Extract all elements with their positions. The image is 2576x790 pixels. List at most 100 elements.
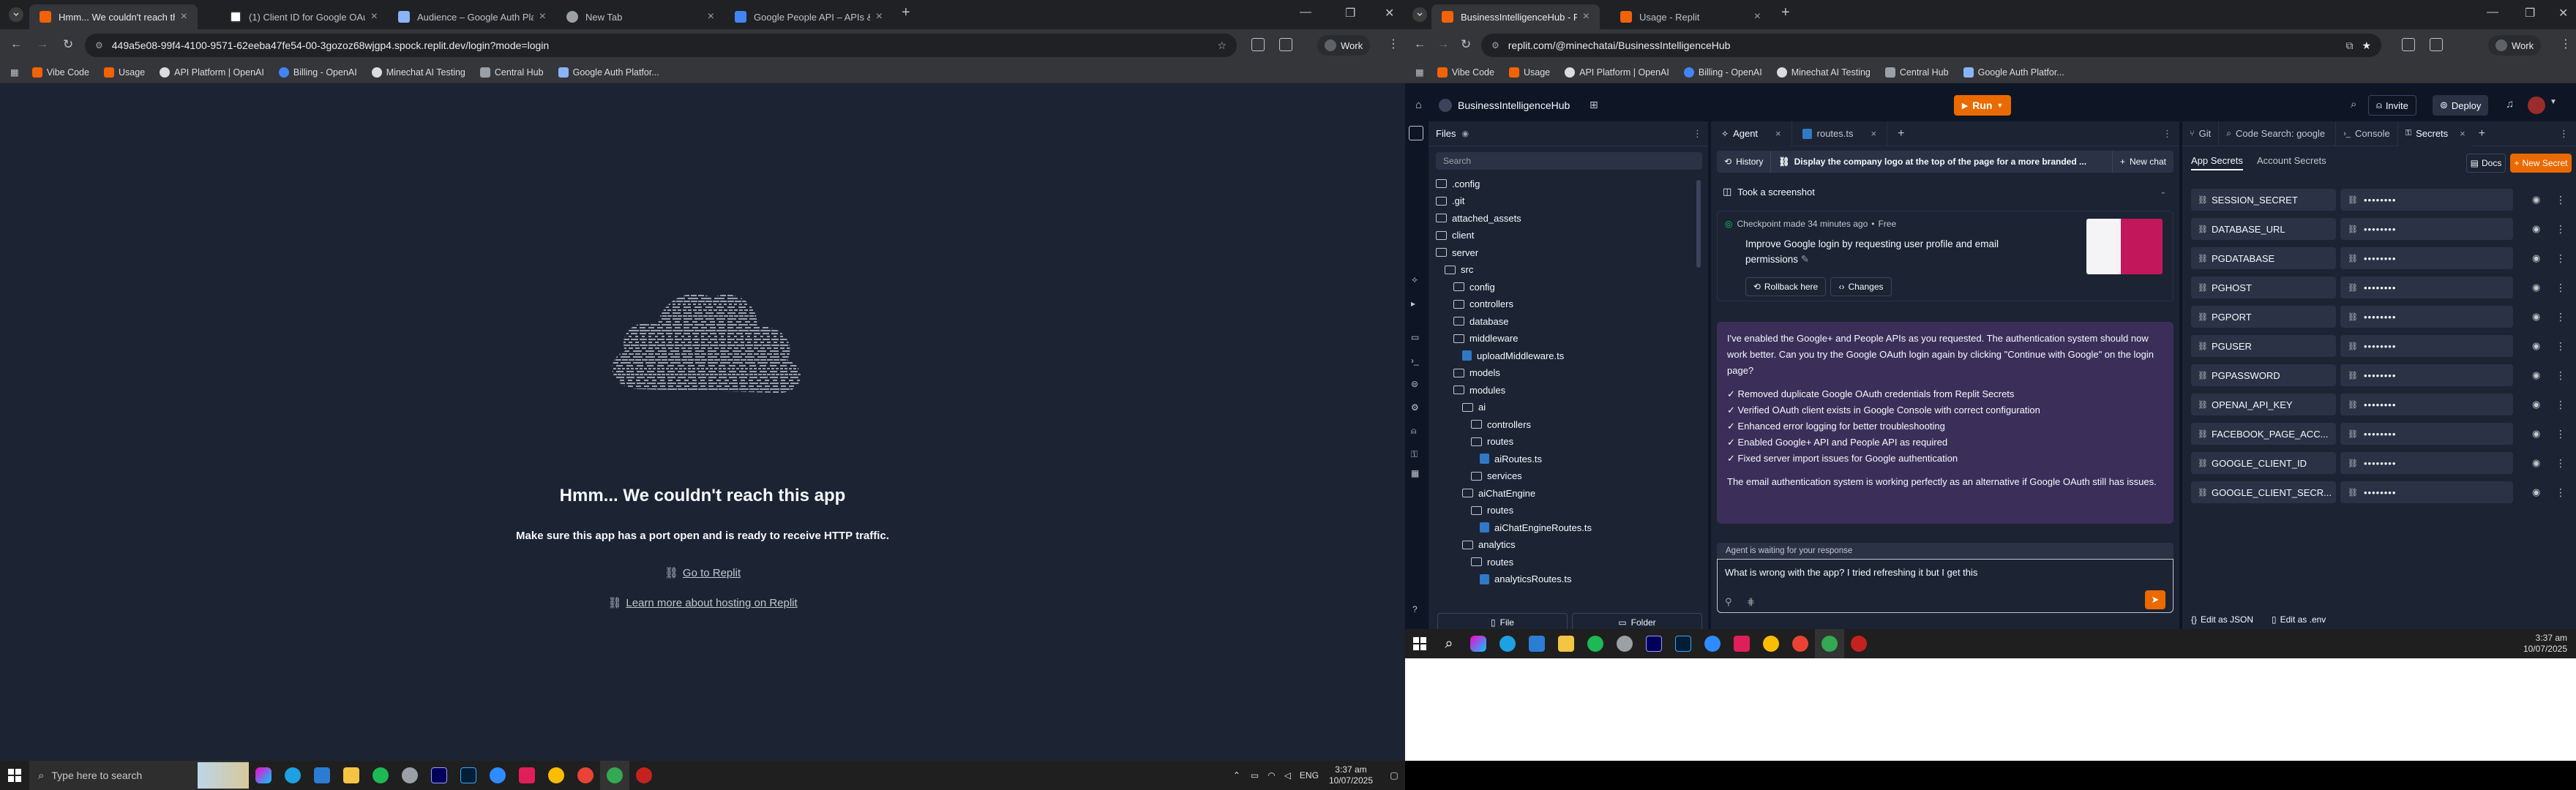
zoom-icon[interactable]	[483, 761, 512, 790]
folder-item[interactable]: server	[1436, 244, 1478, 260]
secret-value[interactable]: ⛓ ••••••••	[2340, 218, 2513, 240]
learn-more-link[interactable]: ⛓ Learn more about hosting on Replit	[0, 596, 1405, 610]
close-icon[interactable]: ×	[181, 10, 187, 23]
eye-icon[interactable]: ◉	[2532, 399, 2540, 410]
pane-menu-icon[interactable]: ⋮	[2559, 128, 2569, 140]
secret-menu-icon[interactable]: ⋮	[2556, 399, 2566, 411]
premiere-icon[interactable]	[1639, 629, 1669, 658]
folder-item[interactable]: controllers	[1471, 416, 1531, 432]
tab-secrets[interactable]: ⚿ Secrets ×	[2397, 121, 2473, 146]
file-item[interactable]: aiChatEngineRoutes.ts	[1480, 519, 1592, 535]
close-icon[interactable]: ×	[1583, 10, 1590, 23]
folder-item[interactable]: middleware	[1453, 331, 1518, 347]
eye-icon[interactable]: ◉	[2532, 252, 2540, 264]
tab-audience[interactable]: Audience – Google Auth Platfo×	[388, 4, 556, 29]
address-bar[interactable]: ⚙ replit.com/@minechatai/BusinessIntelli…	[1481, 34, 2381, 57]
site-info-icon[interactable]: ⚙	[1491, 40, 1499, 50]
photoshop-icon[interactable]	[1669, 629, 1698, 658]
secret-key[interactable]: ⛓ PGPORT	[2191, 306, 2336, 328]
bookmark-vibe-code[interactable]: Vibe Code	[1437, 67, 1494, 78]
profile-work-button[interactable]: Work	[2488, 35, 2542, 56]
secrets-tool-icon[interactable]: ⚿	[1411, 449, 1418, 460]
split-view-icon[interactable]	[2430, 38, 2443, 51]
deploy-button[interactable]: ⊚ Deploy	[2433, 95, 2489, 116]
secret-menu-icon[interactable]: ⋮	[2556, 340, 2566, 353]
windows-start-icon[interactable]	[1405, 629, 1434, 658]
back-icon[interactable]: ←	[10, 38, 22, 51]
secret-key[interactable]: ⛓ PGHOST	[2191, 276, 2336, 298]
folder-item[interactable]: routes	[1471, 503, 1513, 519]
files-search-input[interactable]: Search	[1436, 152, 1702, 170]
folder-item[interactable]: services	[1471, 468, 1522, 484]
eye-icon[interactable]: ◉	[2532, 194, 2540, 206]
tab-usage-replit[interactable]: Usage - Replit ×	[1610, 4, 1771, 29]
eye-icon[interactable]: ◉	[1461, 129, 1469, 138]
profile-work-button[interactable]: Work	[1317, 35, 1371, 56]
tab-new-tab[interactable]: New Tab ×	[556, 4, 724, 29]
folder-item[interactable]: database	[1453, 313, 1509, 329]
all-tools-icon[interactable]: ▦	[1411, 468, 1419, 478]
secret-value[interactable]: ⛓ ••••••••	[2340, 423, 2513, 445]
secret-value[interactable]: ⛓ ••••••••	[2340, 452, 2513, 474]
secret-menu-icon[interactable]: ⋮	[2556, 194, 2566, 206]
extensions-icon[interactable]	[2402, 38, 2415, 51]
bookmark-google-auth[interactable]: Google Auth Platfor...	[1963, 67, 2064, 78]
secret-menu-icon[interactable]: ⋮	[2556, 223, 2566, 236]
file-explorer-icon[interactable]	[337, 761, 366, 790]
tab-client-id[interactable]: (1) Client ID for Google OAuth ×	[220, 4, 388, 29]
bookmark-star-icon[interactable]: ☆	[1217, 40, 1227, 52]
back-icon[interactable]: ←	[1414, 38, 1426, 51]
close-icon[interactable]: ×	[1754, 10, 1761, 23]
edit-pencil-icon[interactable]: ✎	[1801, 254, 1809, 265]
file-item[interactable]: aiRoutes.ts	[1480, 451, 1542, 467]
folder-item[interactable]: modules	[1453, 382, 1505, 398]
eye-icon[interactable]: ◉	[2532, 457, 2540, 469]
bookmark-minechat[interactable]: Minechat AI Testing	[371, 67, 465, 78]
console-tool-icon[interactable]: ›_	[1411, 356, 1419, 366]
agent-input[interactable]: What is wrong with the app? I tried refr…	[1717, 559, 2174, 613]
tab-hmm[interactable]: Hmm... We couldn't reach this a×	[29, 4, 198, 29]
search-icon[interactable]: ⌕	[1434, 629, 1464, 658]
folder-item[interactable]: config	[1453, 279, 1495, 295]
close-icon[interactable]: ×	[708, 10, 714, 23]
secret-value[interactable]: ⛓ ••••••••	[2340, 394, 2513, 415]
attach-icon[interactable]: ⚲	[1725, 596, 1732, 608]
maximize-icon[interactable]: ❐	[1345, 6, 1355, 20]
avatar-chevron-icon[interactable]: ▼	[2550, 98, 2557, 106]
open-in-app-icon[interactable]: ⧉	[2345, 40, 2353, 52]
network-icon[interactable]: ▭	[1251, 770, 1259, 780]
chrome-work-icon[interactable]	[600, 761, 629, 790]
apps-grid-icon[interactable]: ▦	[1415, 67, 1424, 78]
help-icon[interactable]: ?	[1412, 604, 1418, 614]
slack-icon[interactable]	[512, 761, 542, 790]
user-avatar[interactable]	[2528, 97, 2545, 114]
chrome-icon[interactable]	[1756, 629, 1786, 658]
copilot-icon[interactable]	[249, 761, 278, 790]
secret-value[interactable]: ⛓ ••••••••	[2340, 364, 2513, 386]
bookmark-central-hub[interactable]: Central Hub	[1884, 67, 1949, 78]
ai-tool-icon[interactable]: ✧	[1411, 275, 1418, 285]
invite-button[interactable]: ⍝ Invite	[2368, 95, 2416, 116]
folder-item[interactable]: attached_assets	[1436, 210, 1521, 226]
account-secrets-tab[interactable]: Account Secrets	[2257, 155, 2326, 166]
site-info-icon[interactable]: ⚙	[95, 40, 103, 50]
secret-key[interactable]: ⛓ PGPASSWORD	[2191, 364, 2336, 386]
eye-icon[interactable]: ◉	[2532, 369, 2540, 381]
users-tool-icon[interactable]: ⍝	[1411, 426, 1416, 437]
secret-key[interactable]: ⛓ FACEBOOK_PAGE_ACC...	[2191, 423, 2336, 445]
history-button[interactable]: ⟲ History	[1717, 151, 1772, 173]
add-tab-plus-icon[interactable]: +	[1898, 127, 1904, 140]
files-tool-icon[interactable]	[1409, 126, 1423, 140]
zoom-icon[interactable]	[1698, 629, 1727, 658]
clock[interactable]: 3:37 am 10/07/2025	[1329, 764, 1373, 786]
tab-git[interactable]: ⑂ Git	[2182, 121, 2220, 146]
maximize-icon[interactable]: ❐	[2525, 6, 2535, 20]
secret-value[interactable]: ⛓ ••••••••	[2340, 276, 2513, 298]
tab-routes-ts[interactable]: routes.ts ×	[1792, 121, 1888, 146]
volume-icon[interactable]: ◁	[1284, 770, 1291, 780]
secret-key[interactable]: ⛓ DATABASE_URL	[2191, 218, 2336, 240]
new-secret-button[interactable]: + New Secret	[2510, 154, 2572, 173]
database-tool-icon[interactable]: ⊜	[1411, 379, 1418, 389]
copilot-icon[interactable]	[1464, 629, 1493, 658]
forward-icon[interactable]: →	[37, 38, 48, 51]
